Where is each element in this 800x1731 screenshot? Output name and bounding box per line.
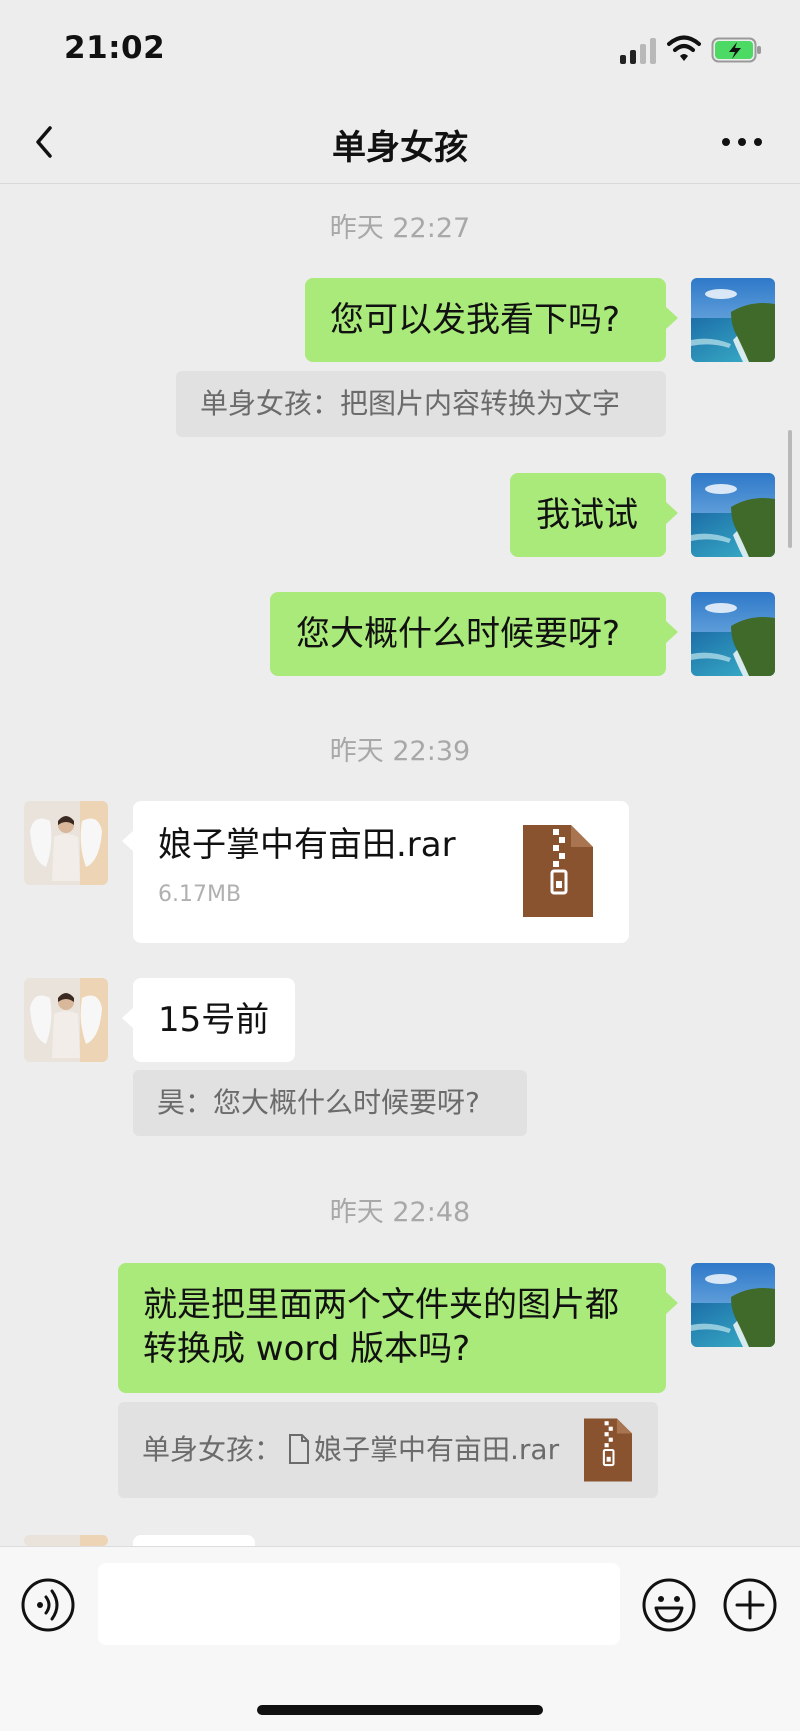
file-size: 6.17MB [158,882,242,907]
message-line: 转换成 word 版本吗? [143,1329,471,1369]
bubble-tail [666,621,678,643]
archive-file-icon [523,825,593,917]
my-avatar[interactable] [691,592,775,676]
contact-avatar[interactable] [24,1535,108,1546]
message-bubble-outgoing[interactable]: 您可以发我看下吗? [305,278,666,362]
message-timestamp: 昨天 22:39 [329,736,471,767]
contact-avatar[interactable] [24,978,108,1062]
message-timestamp: 昨天 22:27 [329,213,471,244]
message-input[interactable] [98,1563,620,1645]
quote-file-name: 娘子掌中有亩田.rar [314,1433,560,1466]
chat-header: 单身女孩 [0,100,800,184]
plus-icon[interactable] [722,1577,778,1633]
archive-file-icon [584,1418,632,1482]
chat-input-bar [0,1546,800,1731]
my-avatar[interactable] [691,278,775,362]
message-bubble-incoming[interactable] [133,1535,255,1546]
document-icon [289,1434,309,1464]
message-bubble-incoming[interactable]: 15号前 [133,978,295,1062]
emoji-icon[interactable] [641,1577,697,1633]
battery-icon [711,37,761,63]
contact-avatar[interactable] [24,801,108,885]
home-indicator [257,1705,543,1715]
status-bar: 21:02 [0,0,800,100]
status-time: 21:02 [64,30,166,66]
more-dots-icon[interactable] [720,130,764,154]
bubble-tail [666,502,678,524]
quote-sender: 单身女孩： [142,1433,283,1466]
quoted-message[interactable]: 单身女孩：把图片内容转换为文字 [176,371,666,437]
quoted-message[interactable]: 昊：您大概什么时候要呀? [133,1070,527,1136]
message-bubble-outgoing[interactable]: 我试试 [510,473,666,557]
bubble-tail [666,307,678,329]
my-avatar[interactable] [691,1263,775,1347]
quoted-file-message[interactable]: 单身女孩： 娘子掌中有亩田.rar [118,1402,658,1498]
file-name: 娘子掌中有亩田.rar [158,825,456,865]
cellular-signal-icon [620,38,658,64]
message-bubble-outgoing[interactable]: 就是把里面两个文件夹的图片都 转换成 word 版本吗? [118,1263,666,1393]
message-bubble-outgoing[interactable]: 您大概什么时候要呀? [270,592,666,676]
wifi-icon [667,35,701,61]
chat-title: 单身女孩 [332,128,468,168]
voice-icon[interactable] [20,1577,76,1633]
chat-screen: 21:02 单身女孩 昨天 22:27 您可以发我看下吗? 单身女孩：把图片内容… [0,0,800,1731]
scrollbar[interactable] [788,430,792,548]
my-avatar[interactable] [691,473,775,557]
message-timestamp: 昨天 22:48 [329,1197,471,1228]
message-line: 就是把里面两个文件夹的图片都 [143,1285,619,1325]
file-message[interactable]: 娘子掌中有亩田.rar 6.17MB [133,801,629,943]
bubble-tail [666,1292,678,1314]
